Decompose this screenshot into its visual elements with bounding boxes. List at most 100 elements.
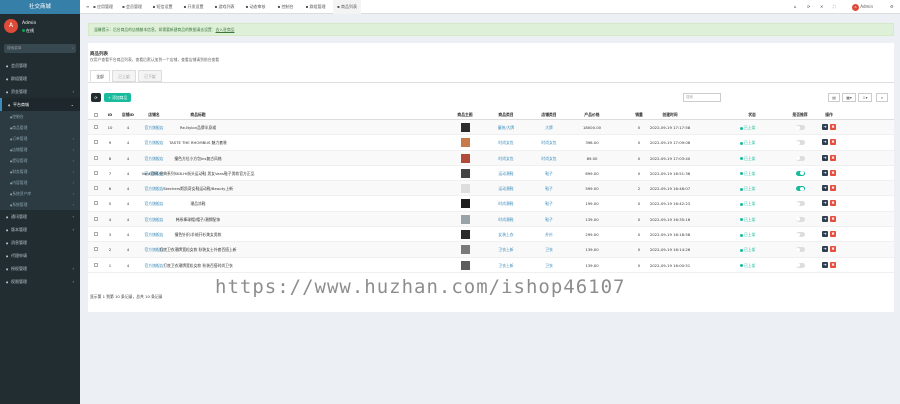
cell-shop_cat[interactable]: 卫衣 xyxy=(534,258,564,273)
cell-shop_cat[interactable]: 大牌 xyxy=(534,120,564,135)
edit-icon[interactable]: ➜ xyxy=(822,124,828,130)
status-badge[interactable]: 已上架 xyxy=(740,258,755,273)
refresh-button[interactable]: ⟳ xyxy=(91,93,101,102)
goods-image[interactable] xyxy=(460,245,470,255)
delete-icon[interactable]: ✖ xyxy=(830,139,836,146)
cell-shop_cat[interactable]: 时尚女包 xyxy=(534,135,564,150)
recommend-toggle[interactable] xyxy=(795,201,805,207)
refresh-icon[interactable]: ⟳ xyxy=(807,0,810,14)
column-header[interactable]: 商品标题 xyxy=(63,110,333,120)
status-badge[interactable]: 已上架 xyxy=(740,135,755,150)
avatar[interactable]: A xyxy=(4,19,18,33)
goods-image[interactable] xyxy=(460,260,470,270)
add-goods-button[interactable]: + 添加商品 xyxy=(104,93,131,102)
topbar-tab-8[interactable]: ▪ 商品列表 xyxy=(333,0,361,14)
goods-image[interactable] xyxy=(460,230,470,240)
goods-image[interactable] xyxy=(460,138,470,148)
column-header[interactable]: 产品价格 xyxy=(576,110,608,120)
settings-icon[interactable]: ⚙ xyxy=(890,0,894,14)
cell-shop_cat[interactable]: 鞋子 xyxy=(534,212,564,227)
edit-icon[interactable]: ➜ xyxy=(822,169,828,176)
edit-icon[interactable]: ➜ xyxy=(822,154,828,161)
cell-cat[interactable]: 时尚潮鞋 xyxy=(491,212,521,227)
status-badge[interactable]: 已上架 xyxy=(740,181,755,196)
cell-cat[interactable]: 时尚女包 xyxy=(491,151,521,166)
goods-image[interactable] xyxy=(460,123,470,132)
topbar-tab-3[interactable]: ▪ 开发设置 xyxy=(180,0,207,14)
edit-icon[interactable]: ➜ xyxy=(822,215,828,222)
goods-image[interactable] xyxy=(460,153,470,163)
goods-image[interactable] xyxy=(460,214,470,224)
status-badge[interactable]: 已上架 xyxy=(740,196,755,211)
sidebar-search-input[interactable]: 搜索菜单 ⌕ xyxy=(4,44,76,53)
clear-icon[interactable]: ✕ xyxy=(820,0,823,14)
recommend-toggle[interactable] xyxy=(795,170,805,176)
recommend-toggle[interactable] xyxy=(795,262,805,268)
delete-icon[interactable]: ✖ xyxy=(830,246,836,253)
edit-icon[interactable]: ➜ xyxy=(822,200,828,207)
topbar-tab-7[interactable]: ▪ 群组管理 xyxy=(302,0,329,14)
column-header[interactable]: 状态 xyxy=(737,110,767,120)
status-badge[interactable]: 已上架 xyxy=(740,212,755,227)
recommend-toggle[interactable] xyxy=(795,186,805,192)
admin-menu[interactable]: A Admin xyxy=(852,0,873,14)
topbar-tab-0[interactable]: ▪ 应用管理 xyxy=(90,0,116,14)
cell-cat[interactable]: 童装/大牌 xyxy=(491,120,521,135)
home-icon[interactable]: ⌂ xyxy=(794,0,797,14)
status-badge[interactable]: 已上架 xyxy=(740,166,755,181)
edit-icon[interactable]: ➜ xyxy=(822,261,828,268)
cell-cat[interactable]: 运动潮鞋 xyxy=(491,166,521,181)
fullscreen-icon[interactable]: ⛶ xyxy=(833,0,836,14)
recommend-toggle[interactable] xyxy=(795,247,805,253)
sidebar-item-2[interactable]: ● 资金管理 ‹ xyxy=(0,85,80,98)
goods-image[interactable] xyxy=(460,199,470,209)
cell-shop_cat[interactable]: 鞋子 xyxy=(534,196,564,211)
columns-icon[interactable]: ▦▾ xyxy=(842,93,856,102)
toggle-view-icon[interactable]: ▤ xyxy=(828,93,840,102)
status-badge[interactable]: 已上架 xyxy=(740,242,755,257)
cell-shop_cat[interactable]: 外衫 xyxy=(534,227,564,242)
topbar-tab-6[interactable]: ▪ 控制台 xyxy=(273,0,298,14)
status-badge[interactable]: 已上架 xyxy=(740,227,755,242)
goods-image[interactable] xyxy=(460,168,470,178)
sidebar-item-18[interactable]: ● 权限管理 ‹ xyxy=(0,275,80,288)
tab-all[interactable]: 全部 xyxy=(90,70,110,82)
recommend-toggle[interactable] xyxy=(795,125,805,130)
search-icon[interactable]: ⌕ xyxy=(72,44,74,53)
cell-cat[interactable]: 卫衣上新 xyxy=(491,258,521,273)
recommend-toggle[interactable] xyxy=(795,216,805,222)
menu-toggle-icon[interactable]: ≡ xyxy=(86,0,89,14)
edit-icon[interactable]: ➜ xyxy=(822,246,828,253)
cell-cat[interactable]: 时尚女包 xyxy=(491,135,521,150)
goods-image[interactable] xyxy=(460,184,470,194)
cell-cat[interactable]: 时尚潮鞋 xyxy=(491,196,521,211)
recommend-toggle[interactable] xyxy=(795,155,805,161)
cell-cat[interactable]: 运动潮鞋 xyxy=(491,181,521,196)
column-header[interactable]: 创建时间 xyxy=(638,110,702,120)
tab-off-sale[interactable]: 已下架 xyxy=(138,70,162,82)
topbar-tab-1[interactable]: ▪ 会员管理 xyxy=(119,0,145,14)
alert-link[interactable]: 去入驻商品 xyxy=(216,27,235,32)
delete-icon[interactable]: ✖ xyxy=(830,215,836,222)
recommend-toggle[interactable] xyxy=(795,140,805,146)
cell-cat[interactable]: 女装上衣 xyxy=(491,227,521,242)
topbar-tab-5[interactable]: ▪ 动态审核 xyxy=(242,0,269,14)
sidebar-item-1[interactable]: ● 群组管理 xyxy=(0,72,80,85)
column-header[interactable]: 店铺类目 xyxy=(534,110,564,120)
cell-shop_cat[interactable]: 鞋子 xyxy=(534,181,564,196)
delete-icon[interactable]: ✖ xyxy=(830,169,836,176)
delete-icon[interactable]: ✖ xyxy=(830,261,836,268)
cell-shop_cat[interactable]: 时尚女包 xyxy=(534,151,564,166)
export-icon[interactable]: ⇩▾ xyxy=(858,93,872,102)
status-badge[interactable]: 已上架 xyxy=(740,120,755,135)
sidebar-item-0[interactable]: ● 会员管理 xyxy=(0,59,80,72)
table-search-icon[interactable]: ⌕ xyxy=(876,93,888,102)
column-header[interactable]: 操作 xyxy=(815,110,843,120)
cell-shop_cat[interactable]: 卫衣 xyxy=(534,242,564,257)
delete-icon[interactable]: ✖ xyxy=(830,124,836,130)
tab-on-sale[interactable]: 已上架 xyxy=(112,70,136,82)
column-header[interactable]: 是否推荐 xyxy=(788,110,812,120)
table-search-input[interactable]: 搜索 xyxy=(683,93,721,102)
topbar-tab-2[interactable]: ▪ 短信设置 xyxy=(149,0,176,14)
cell-cat[interactable]: 卫衣上新 xyxy=(491,242,521,257)
